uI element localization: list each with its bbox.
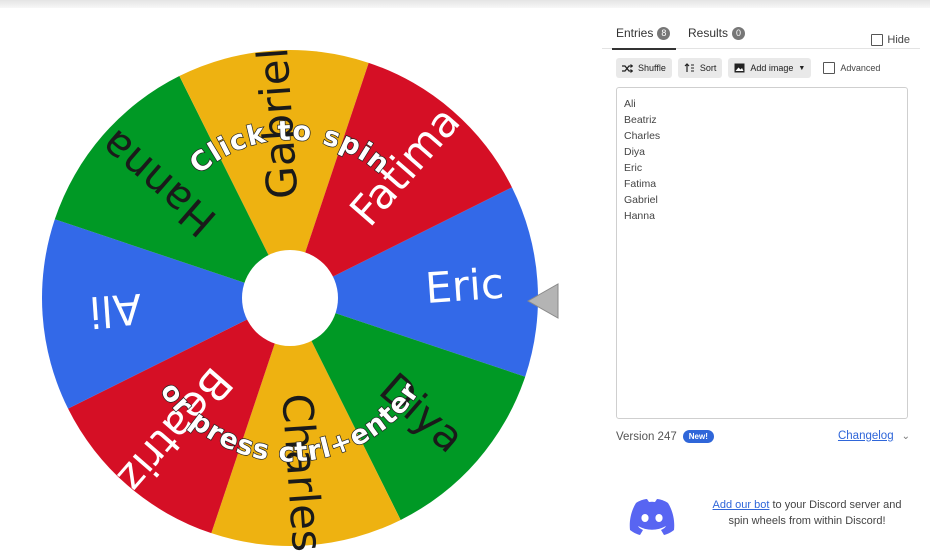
tab-results[interactable]: Results 0 xyxy=(688,26,746,40)
wheel-center[interactable] xyxy=(242,250,338,346)
advanced-checkbox[interactable] xyxy=(823,62,836,74)
side-panel: Entries 8 Results 0 Hide Shuffle Sort Ad… xyxy=(602,10,920,558)
tab-bar: Entries 8 Results 0 Hide xyxy=(602,18,920,50)
entry-item: Gabriel xyxy=(624,194,658,206)
results-count-badge: 0 xyxy=(732,26,746,40)
entry-item: Hanna xyxy=(624,210,655,222)
sort-label: Sort xyxy=(699,63,717,73)
chevron-down-icon[interactable]: ⌄ xyxy=(902,431,910,442)
discord-promo: Add our bot to your Discord server and s… xyxy=(624,493,914,543)
tab-results-label: Results xyxy=(688,26,729,40)
changelog-row[interactable]: Changelog ⌄ xyxy=(838,430,910,442)
wheel-slice-label: Eric xyxy=(424,259,506,313)
add-image-button[interactable]: Add image ▼ xyxy=(728,58,812,78)
wheel-area[interactable]: Eric Diya Charles Beatriz Ali Hanna Gabriel Fat… xyxy=(0,8,600,558)
shuffle-button[interactable]: Shuffle xyxy=(616,58,672,78)
entry-item: Diya xyxy=(624,146,646,158)
entry-item: Charles xyxy=(624,130,661,142)
sort-icon xyxy=(684,63,694,72)
new-badge: New! xyxy=(682,430,714,443)
add-bot-link[interactable]: Add our bot xyxy=(713,499,770,511)
entry-item: Ali xyxy=(624,98,636,110)
wheel-slice-label: Ali xyxy=(88,284,143,337)
advanced-toggle[interactable]: Advanced xyxy=(823,62,880,74)
shuffle-label: Shuffle xyxy=(638,63,666,73)
entries-toolbar: Shuffle Sort Add image ▼ Advanced xyxy=(616,57,880,79)
chevron-down-icon: ▼ xyxy=(798,64,806,72)
advanced-label: Advanced xyxy=(840,63,881,73)
entry-item: Eric xyxy=(624,162,643,174)
discord-icon xyxy=(629,499,675,535)
entries-list: Ali Beatriz Charles Diya Eric Fatima Gabriel Ha… xyxy=(617,88,907,224)
spin-wheel[interactable]: EricDiyaCharlesBeatrizAliHanna Gabriel Fat… xyxy=(0,8,600,558)
shuffle-icon xyxy=(622,63,633,73)
add-image-label: Add image xyxy=(750,63,794,73)
tab-entries-label: Entries xyxy=(616,26,654,40)
tab-entries[interactable]: Entries 8 xyxy=(611,26,677,50)
image-icon xyxy=(734,63,745,73)
entries-count-badge: 8 xyxy=(657,26,671,40)
hide-checkbox[interactable] xyxy=(871,34,884,46)
version-row: Version 247 New! xyxy=(616,430,714,443)
sort-button[interactable]: Sort xyxy=(677,58,723,78)
discord-text: Add our bot to your Discord server and s… xyxy=(702,497,912,529)
hide-toggle[interactable]: Hide xyxy=(871,34,910,46)
entry-item: Fatima xyxy=(624,178,657,190)
changelog-link[interactable]: Changelog xyxy=(838,430,894,442)
top-bar xyxy=(0,0,930,8)
entries-textarea[interactable]: Ali Beatriz Charles Diya Eric Fatima Gabriel Ha… xyxy=(616,87,908,419)
hide-label: Hide xyxy=(887,34,910,46)
entry-item: Beatriz xyxy=(624,114,657,126)
version-label: Version 247 xyxy=(616,430,677,443)
